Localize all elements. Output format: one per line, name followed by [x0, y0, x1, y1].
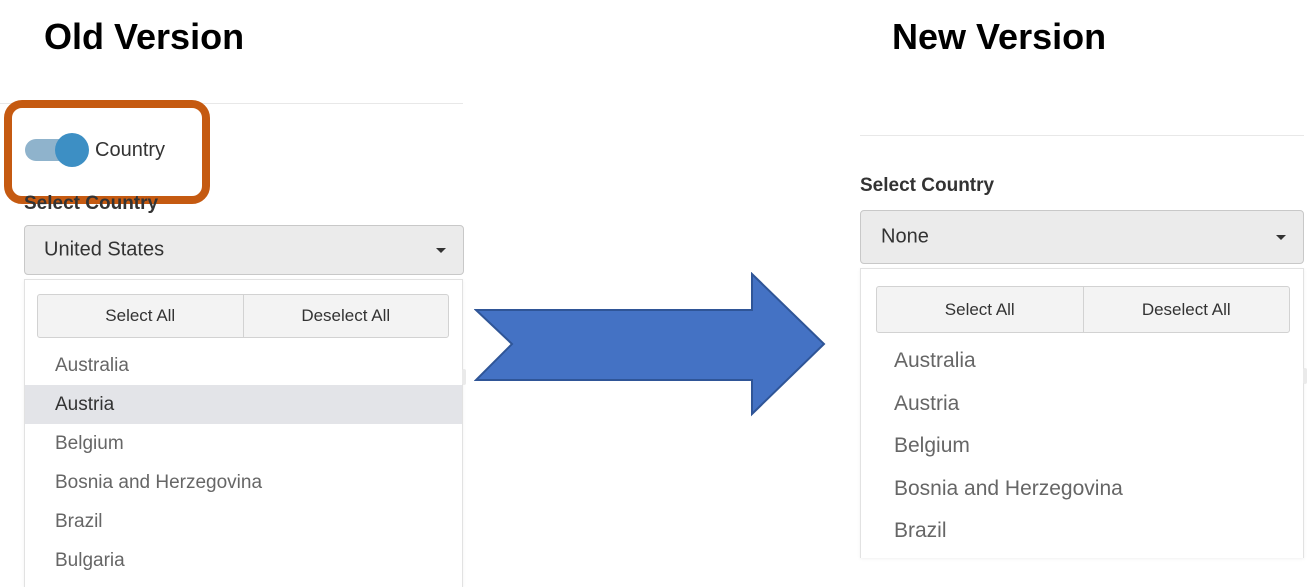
new-background-scroll-stub [1303, 368, 1307, 384]
old-background-scroll-stub [462, 369, 466, 385]
new-dropdown-menu: Select All Deselect All Australia Austri… [860, 268, 1304, 558]
new-select-country-label: Select Country [860, 175, 995, 196]
old-version-heading: Old Version [44, 16, 245, 57]
arrow-shape [474, 272, 826, 417]
new-option-brazil[interactable]: Brazil [861, 510, 1303, 552]
old-option-brazil[interactable]: Brazil [25, 502, 462, 541]
right-arrow-icon [474, 272, 826, 417]
new-country-select[interactable]: None [860, 210, 1304, 264]
new-option-australia[interactable]: Australia [861, 340, 1303, 382]
old-country-select[interactable]: United States [24, 225, 464, 275]
old-select-all-button[interactable]: Select All [38, 295, 243, 337]
toggle-highlight-box [4, 100, 210, 204]
new-select-all-button[interactable]: Select All [877, 287, 1083, 332]
old-option-australia[interactable]: Australia [25, 346, 462, 385]
old-actions-group: Select All Deselect All [37, 294, 449, 338]
new-option-belgium[interactable]: Belgium [861, 425, 1303, 467]
old-option-austria[interactable]: Austria [25, 385, 462, 424]
old-selected-value: United States [44, 238, 165, 261]
old-option-bulgaria[interactable]: Bulgaria [25, 541, 462, 580]
new-selected-value: None [881, 225, 929, 248]
old-option-belgium[interactable]: Belgium [25, 424, 462, 463]
old-deselect-all-button[interactable]: Deselect All [242, 295, 449, 337]
new-option-bosnia-and-herzegovina[interactable]: Bosnia and Herzegovina [861, 468, 1303, 510]
new-actions-group: Select All Deselect All [876, 286, 1290, 333]
chevron-down-icon [436, 248, 446, 253]
old-dropdown-menu: Select All Deselect All Australia Austri… [24, 279, 463, 587]
new-deselect-all-button[interactable]: Deselect All [1082, 287, 1290, 332]
old-option-bosnia-and-herzegovina[interactable]: Bosnia and Herzegovina [25, 463, 462, 502]
new-version-heading: New Version [892, 16, 1107, 57]
new-option-austria[interactable]: Austria [861, 383, 1303, 425]
new-panel-divider [860, 135, 1304, 136]
old-select-country-label: Select Country [24, 193, 159, 214]
chevron-down-icon [1276, 235, 1286, 240]
